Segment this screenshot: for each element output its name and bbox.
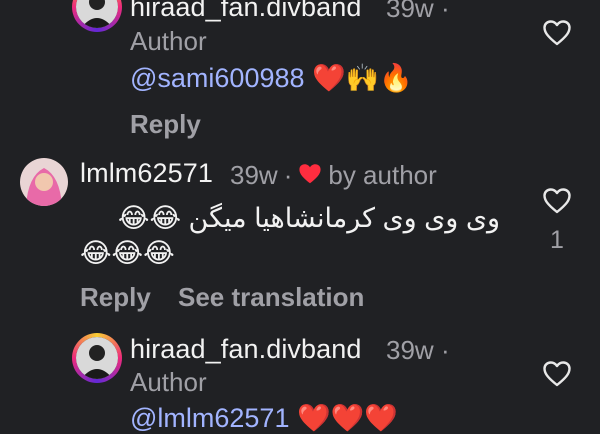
comment-text: وی وی وی کرمانشاهیا میگن 😂😂: [80, 198, 500, 239]
comment-meta: 39w ·: [386, 0, 450, 24]
meta-dot: ·: [283, 160, 293, 190]
meta-dot: ·: [440, 335, 450, 365]
liked-by-author: by author: [328, 160, 437, 190]
reply-button[interactable]: Reply: [80, 282, 151, 313]
avatar[interactable]: [72, 0, 122, 32]
avatar-photo: [76, 0, 118, 28]
author-badge: Author: [130, 367, 207, 397]
comment-meta: 39w · by author: [230, 159, 437, 192]
comment-username[interactable]: hiraad_fan.divband: [130, 334, 362, 365]
mention-link[interactable]: @sami600988: [130, 63, 305, 93]
avatar-photo: [20, 158, 68, 206]
comment-meta: 39w ·: [386, 335, 450, 366]
mention-link[interactable]: @lmlm62571: [130, 403, 289, 433]
comment-time: 39w: [386, 335, 434, 365]
comment-emojis: 😂😂: [117, 203, 181, 234]
heart-outline-icon[interactable]: [543, 188, 571, 214]
comment-username[interactable]: lmlm62571: [80, 158, 213, 189]
see-translation-button[interactable]: See translation: [178, 282, 364, 313]
heart-outline-icon[interactable]: [543, 20, 571, 46]
comment-username[interactable]: hiraad_fan.divband: [130, 0, 362, 23]
heart-filled-icon: [298, 161, 322, 192]
avatar[interactable]: [20, 158, 68, 206]
like-count[interactable]: 1: [550, 226, 564, 255]
comment-text: @sami600988 ❤️🙌🔥: [130, 62, 413, 94]
comment-emojis-line2: 😂😂😂: [80, 238, 175, 269]
author-badge: Author: [130, 26, 207, 56]
comment-emojis: ❤️❤️❤️: [296, 403, 398, 434]
reply-button[interactable]: Reply: [130, 109, 201, 140]
avatar-photo: [76, 337, 118, 379]
comment-text: @lmlm62571 ❤️❤️❤️: [130, 402, 398, 434]
comment-text-rtl: وی وی وی کرمانشاهیا میگن: [188, 203, 500, 233]
comment-time: 39w: [230, 160, 278, 190]
meta-dot: ·: [440, 0, 450, 23]
heart-outline-icon[interactable]: [543, 361, 571, 387]
avatar[interactable]: [72, 333, 122, 383]
comment-emojis: ❤️🙌🔥: [312, 63, 413, 94]
comment-time: 39w: [386, 0, 434, 23]
